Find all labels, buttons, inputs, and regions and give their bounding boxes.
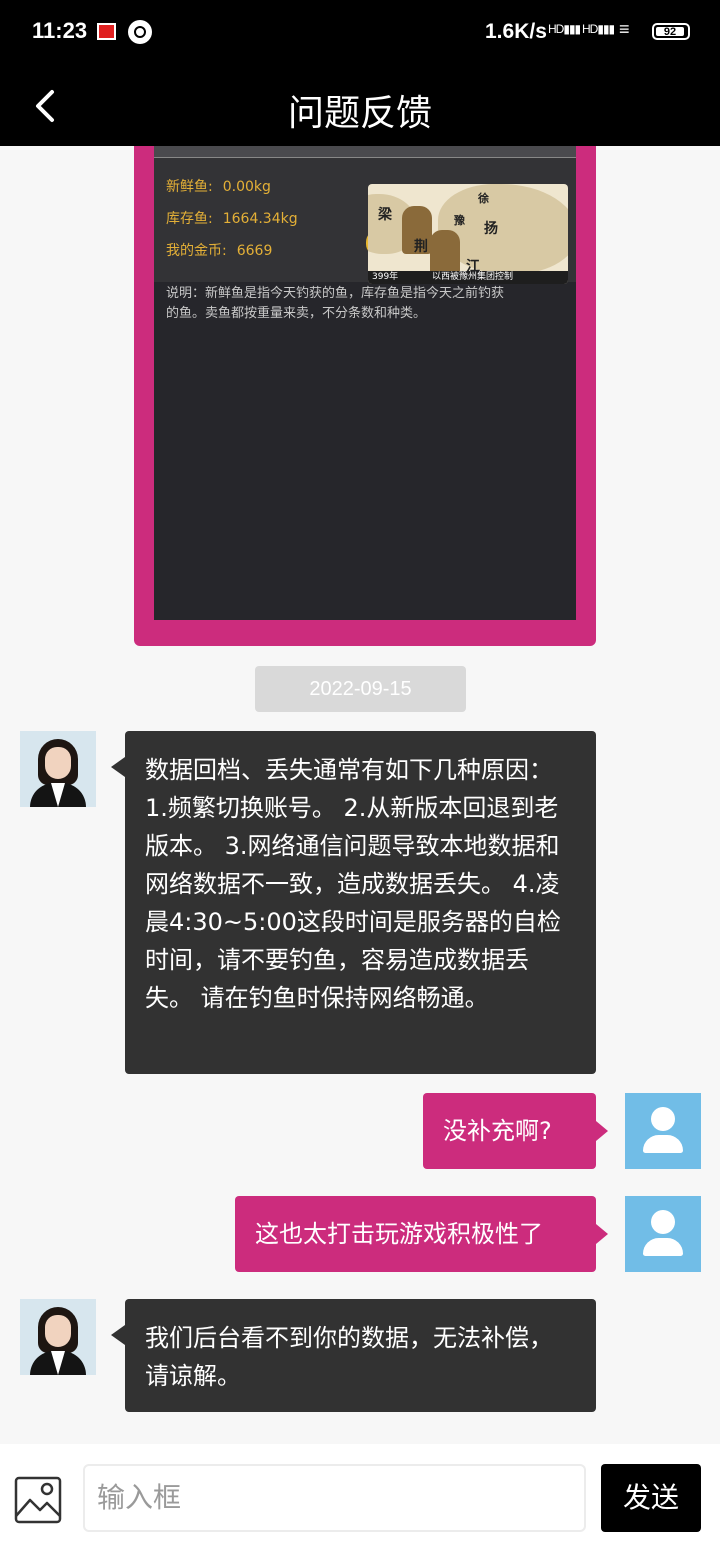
status-bar: 11:23 1.6K/s HD▮▮▮ HD▮▮▮ ≡ 92 xyxy=(0,0,720,66)
record-icon xyxy=(128,20,152,44)
fish-note-line-1: 说明：新鲜鱼是指今天钓获的鱼，库存鱼是指今天之前钓获 xyxy=(166,286,505,301)
user-avatar[interactable] xyxy=(625,1093,701,1169)
game-map-thumbnail: 徐 梁 豫 扬 荆 江 399年 以西被豫州集团控制 xyxy=(368,184,568,284)
message-bubble-user[interactable]: 没补充啊? xyxy=(423,1093,608,1169)
composer-bar: 输入框 发送 xyxy=(0,1444,720,1560)
message-bubble-agent[interactable]: 我们后台看不到你的数据，无法补偿，请谅解。 xyxy=(111,1299,596,1412)
network-speed: 1.6K/s xyxy=(485,20,547,43)
map-year-bar: 399年 以西被豫州集团控制 xyxy=(368,271,568,284)
region-liang: 梁 xyxy=(378,207,392,223)
send-button[interactable]: 发送 xyxy=(601,1464,701,1532)
avatar-head xyxy=(651,1107,675,1131)
message-input[interactable]: 输入框 xyxy=(83,1464,586,1532)
agent-avatar[interactable] xyxy=(20,1299,96,1375)
date-divider: 2022-09-15 xyxy=(255,666,466,712)
top-bar: 问题反馈 xyxy=(0,66,720,146)
attached-screenshot[interactable]: 新鲜鱼: 0.00kg 库存鱼: 1664.34kg 我的金币: 6669 徐 梁 豫… xyxy=(134,146,596,646)
message-bubble-user[interactable]: 这也太打击玩游戏积极性了 xyxy=(235,1196,608,1272)
wifi-icon: ≡ xyxy=(619,19,629,39)
battery-level: 92 xyxy=(656,27,684,38)
avatar-face xyxy=(45,1315,71,1347)
message-text: 我们后台看不到你的数据，无法补偿，请谅解。 xyxy=(145,1324,553,1390)
signal-icon-2: HD▮▮▮ xyxy=(582,22,615,36)
gold-coin-stat: 我的金币: 6669 xyxy=(166,243,273,259)
message-text: 数据回档、丢失通常有如下几种原因： 1.频繁切换账号。 2.从新版本回退到老版本… xyxy=(145,756,561,1012)
region-jing: 荆 xyxy=(414,239,428,255)
clock: 11:23 xyxy=(32,18,88,43)
avatar-face xyxy=(45,747,71,779)
avatar-head xyxy=(651,1210,675,1234)
message-text: 这也太打击玩游戏积极性了 xyxy=(255,1220,543,1248)
region-yu: 豫 xyxy=(454,214,465,227)
signal-icon: HD▮▮▮ xyxy=(548,22,581,36)
map-year: 399年 xyxy=(372,272,399,282)
user-avatar[interactable] xyxy=(625,1196,701,1272)
image-icon[interactable] xyxy=(14,1476,62,1524)
battery-icon: 92 xyxy=(652,23,690,40)
message-text: 没补充啊? xyxy=(443,1117,552,1145)
map-caption: 以西被豫州集团控制 xyxy=(432,272,514,282)
screenshot-top-strip xyxy=(154,146,576,158)
news-app-icon xyxy=(97,23,116,40)
avatar-body xyxy=(643,1135,683,1153)
screenshot-content: 新鲜鱼: 0.00kg 库存鱼: 1664.34kg 我的金币: 6669 徐 梁 豫… xyxy=(154,146,576,620)
fish-note-line-2: 的鱼。卖鱼都按重量来卖，不分条数和种类。 xyxy=(166,306,427,321)
fish-note: 说明：新鲜鱼是指今天钓获的鱼，库存鱼是指今天之前钓获 的鱼。卖鱼都按重量来卖，不… xyxy=(166,284,566,324)
agent-avatar[interactable] xyxy=(20,731,96,807)
fresh-fish-stat: 新鲜鱼: 0.00kg xyxy=(166,179,271,195)
message-bubble-agent[interactable]: 数据回档、丢失通常有如下几种原因： 1.频繁切换账号。 2.从新版本回退到老版本… xyxy=(111,731,596,1074)
avatar-body xyxy=(643,1238,683,1256)
stock-fish-stat: 库存鱼: 1664.34kg xyxy=(166,211,298,227)
region-xu: 徐 xyxy=(478,192,489,205)
region-yang: 扬 xyxy=(484,221,498,237)
page-title: 问题反馈 xyxy=(287,93,432,134)
